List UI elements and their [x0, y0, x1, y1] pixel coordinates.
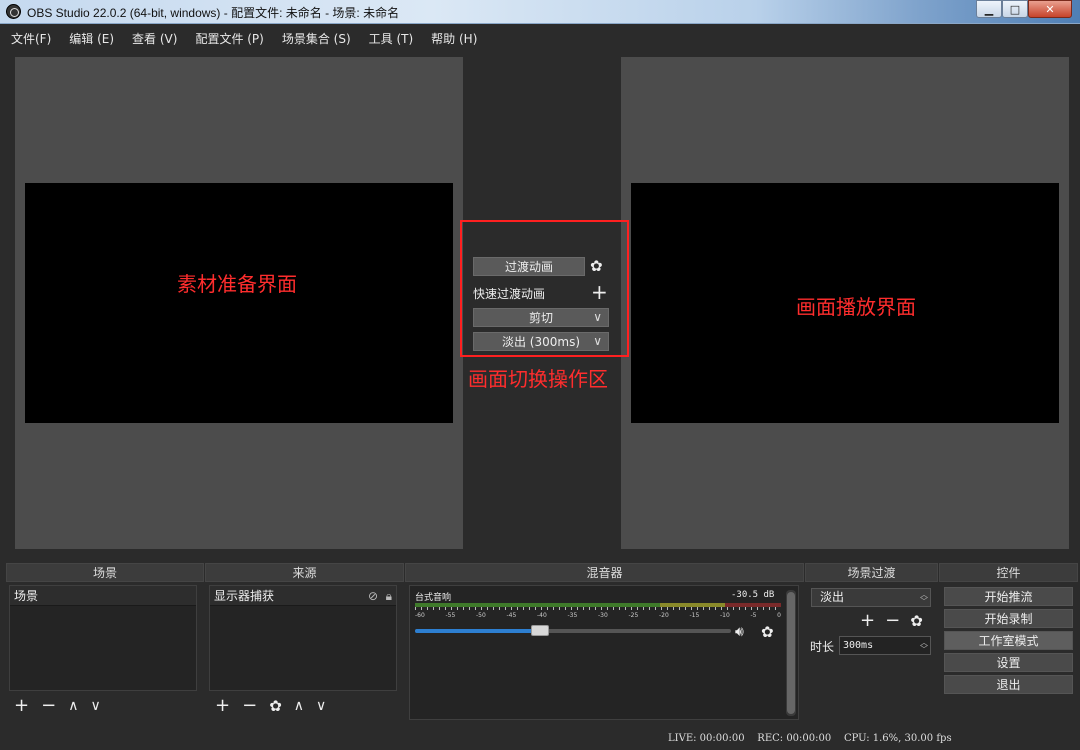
program-annotation: 画面播放界面 — [796, 295, 916, 319]
add-source-icon[interactable]: + — [215, 697, 230, 715]
fade-transition-label: 淡出 (300ms) — [501, 335, 581, 349]
add-transition-icon[interactable]: + — [860, 612, 875, 630]
meter-scale-label: -20 — [659, 612, 669, 619]
remove-transition-icon[interactable]: − — [885, 612, 900, 630]
mixer-gear-icon[interactable]: ✿ — [761, 623, 774, 641]
meter-scale-label: -35 — [567, 612, 578, 619]
volume-slider[interactable] — [415, 625, 731, 636]
duration-label: 时长 — [810, 640, 835, 654]
spin-arrows-icon: ︿ ﹀ — [920, 590, 928, 606]
remove-scene-icon[interactable]: − — [41, 697, 56, 715]
scene-transitions-header: 场景过渡 — [805, 563, 938, 582]
move-down-icon[interactable]: ∨ — [90, 697, 100, 715]
mixer-scrollbar[interactable] — [786, 590, 796, 716]
visibility-hidden-icon[interactable]: ⊘ — [368, 586, 378, 606]
menu-file[interactable]: 文件(F) — [8, 28, 54, 49]
scenes-toolbar: + − ∧ ∨ — [14, 697, 113, 715]
chevron-down-icon: ∨ — [593, 334, 602, 348]
quick-transition-label: 快速过渡动画 — [473, 287, 546, 301]
menu-view[interactable]: 查看 (V) — [129, 28, 180, 49]
transition-button[interactable]: 过渡动画 — [473, 257, 585, 276]
chevron-down-icon: ∨ — [593, 310, 602, 324]
preview-panel — [15, 57, 463, 549]
volume-fill — [415, 629, 539, 633]
add-quick-transition-icon[interactable]: + — [591, 282, 608, 302]
transition-annotation: 画面切换操作区 — [468, 367, 608, 391]
menu-scene-collection[interactable]: 场景集合 (S) — [279, 28, 354, 49]
remove-source-icon[interactable]: − — [242, 697, 257, 715]
title-bar: OBS Studio 22.0.2 (64-bit, windows) - 配置… — [0, 0, 1080, 24]
move-down-icon[interactable]: ∨ — [316, 697, 326, 715]
cut-transition-select[interactable]: 剪切 ∨ — [473, 308, 609, 327]
menu-tools[interactable]: 工具 (T) — [366, 28, 417, 49]
menu-help[interactable]: 帮助 (H) — [428, 28, 480, 49]
mixer-channel-name: 台式音响 — [415, 593, 452, 603]
scene-transition-tools: + − ✿ — [860, 612, 933, 631]
preview-annotation: 素材准备界面 — [177, 272, 297, 296]
duration-input[interactable]: 300ms ︿ ﹀ — [839, 636, 931, 655]
transition-settings-gear-icon[interactable]: ✿ — [910, 612, 923, 630]
source-item-label: 显示器捕获 — [214, 589, 275, 603]
meter-scale-label: -40 — [537, 612, 547, 619]
window-title: OBS Studio 22.0.2 (64-bit, windows) - 配置… — [27, 6, 400, 20]
maximize-button[interactable]: □ — [1002, 0, 1028, 18]
minimize-button[interactable]: ▁ — [976, 0, 1002, 18]
window-controls: ▁ □ ✕ — [976, 0, 1072, 18]
volume-meter — [415, 603, 781, 611]
meter-scale-label: -30 — [598, 612, 608, 619]
obs-logo-icon — [6, 4, 21, 19]
source-item[interactable]: 显示器捕获 ⊘ 🔒︎ — [210, 586, 396, 606]
studio-mode-button[interactable]: 工作室模式 — [944, 631, 1073, 650]
fade-transition-select[interactable]: 淡出 (300ms) ∨ — [473, 332, 609, 351]
meter-scale-label: -10 — [720, 612, 730, 619]
preview-screen[interactable] — [25, 183, 453, 423]
source-settings-gear-icon[interactable]: ✿ — [269, 697, 282, 715]
duration-value: 300ms — [843, 640, 874, 651]
menu-profile[interactable]: 配置文件 (P) — [192, 28, 266, 49]
mixer-header: 混音器 — [405, 563, 804, 582]
meter-scale-label: -45 — [506, 612, 517, 619]
scene-transition-value: 淡出 — [820, 590, 845, 604]
meter-scale-label: -60 — [415, 612, 425, 619]
cut-transition-label: 剪切 — [528, 311, 553, 325]
start-streaming-button[interactable]: 开始推流 — [944, 587, 1073, 606]
scene-item[interactable]: 场景 — [10, 586, 196, 606]
exit-button[interactable]: 退出 — [944, 675, 1073, 694]
mixer-db-readout: -30.5 dB — [731, 590, 775, 600]
status-bar: LIVE: 00:00:00 REC: 00:00:00 CPU: 1.6%, … — [668, 733, 952, 744]
speaker-icon[interactable]: 🔊︎ — [735, 624, 744, 640]
settings-button[interactable]: 设置 — [944, 653, 1073, 672]
meter-scale-label: -50 — [476, 612, 486, 619]
scene-transition-select[interactable]: 淡出 ︿ ﹀ — [811, 588, 931, 607]
controls-header: 控件 — [939, 563, 1078, 582]
sources-header: 来源 — [205, 563, 404, 582]
menu-edit[interactable]: 编辑 (E) — [66, 28, 117, 49]
lock-icon[interactable]: 🔒︎ — [386, 586, 392, 606]
close-button[interactable]: ✕ — [1028, 0, 1072, 18]
meter-scale-label: -25 — [628, 612, 639, 619]
meter-scale-label: -15 — [689, 612, 700, 619]
meter-scale: -60 -55 -50 -45 -40 -35 -30 -25 -20 -15 -10 -5 0 — [415, 612, 781, 619]
transition-gear-icon[interactable]: ✿ — [590, 259, 603, 274]
add-scene-icon[interactable]: + — [14, 697, 29, 715]
move-up-icon[interactable]: ∧ — [294, 697, 304, 715]
sources-toolbar: + − ✿ ∧ ∨ — [215, 697, 338, 716]
scenes-header: 场景 — [6, 563, 204, 582]
move-up-icon[interactable]: ∧ — [68, 697, 78, 715]
meter-scale-label: -55 — [445, 612, 456, 619]
volume-handle[interactable] — [530, 625, 549, 636]
meter-scale-label: 0 — [777, 612, 781, 619]
sources-list: 显示器捕获 ⊘ 🔒︎ — [209, 585, 397, 691]
spin-arrows-icon[interactable]: ︿ ﹀ — [920, 639, 928, 654]
meter-scale-label: -5 — [750, 612, 757, 619]
scenes-list: 场景 — [9, 585, 197, 691]
start-recording-button[interactable]: 开始录制 — [944, 609, 1073, 628]
menu-bar: 文件(F) 编辑 (E) 查看 (V) 配置文件 (P) 场景集合 (S) 工具… — [0, 24, 1080, 52]
